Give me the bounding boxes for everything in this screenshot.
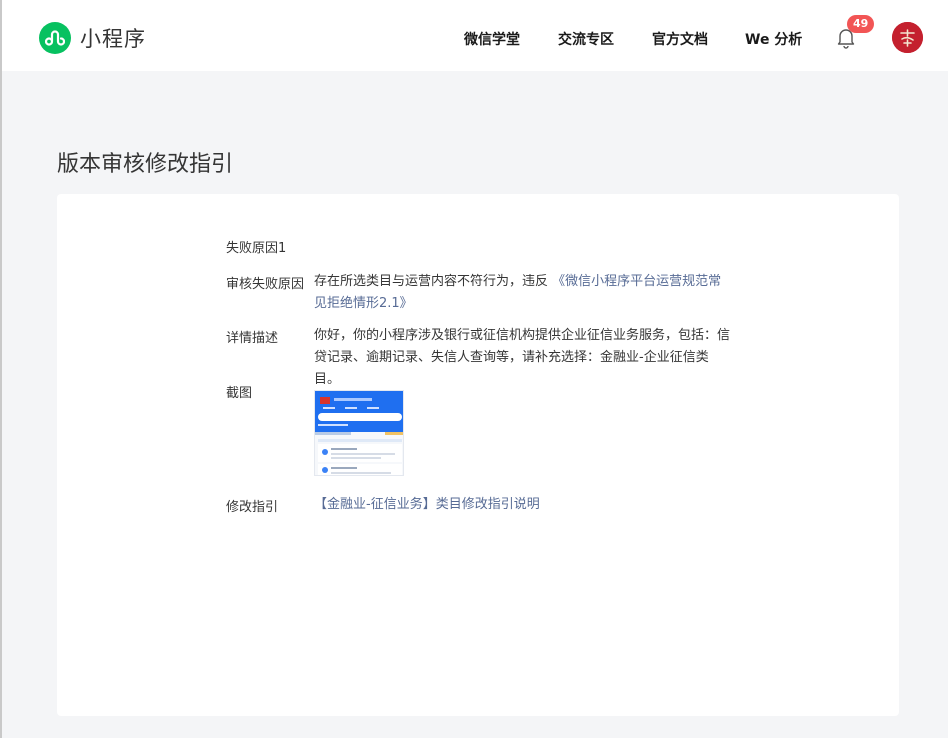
screenshot-label: 截图 — [226, 386, 253, 401]
logo-text: 小程序 — [80, 27, 146, 51]
logo[interactable]: 小程序 — [39, 22, 146, 54]
screenshot-thumbnail[interactable] — [314, 390, 404, 476]
guide-value: 【金融业-征信业务】类目修改指引说明 — [314, 494, 734, 516]
guide-link[interactable]: 【金融业-征信业务】类目修改指引说明 — [314, 497, 540, 512]
details-label: 详情描述 — [226, 331, 279, 346]
miniprogram-logo-icon — [39, 22, 71, 54]
page-title: 版本审核修改指引 — [57, 152, 234, 177]
guide-label: 修改指引 — [226, 500, 279, 515]
notification-badge[interactable]: 49 — [847, 15, 875, 33]
nav-item-we-analytics[interactable]: We 分析 — [745, 29, 802, 49]
user-avatar[interactable] — [892, 22, 923, 53]
window-edge — [0, 0, 2, 738]
failure-reason-label: 审核失败原因 — [226, 277, 305, 292]
section-title: 失败原因1 — [226, 241, 287, 256]
failure-reason-value: 存在所选类目与运营内容不符行为，违反 《微信小程序平台运营规范常见拒绝情形2.1… — [314, 271, 734, 315]
details-text: 你好，你的小程序涉及银行或征信机构提供企业征信业务服务，包括：信贷记录、逾期记录… — [314, 328, 731, 387]
nav-item-community[interactable]: 交流专区 — [558, 29, 614, 49]
nav-item-wechat-school[interactable]: 微信学堂 — [464, 29, 520, 49]
top-header: 小程序 微信学堂 交流专区 官方文档 We 分析 49 — [2, 0, 948, 71]
failure-reason-text: 存在所选类目与运营内容不符行为，违反 — [314, 274, 549, 289]
nav-item-docs[interactable]: 官方文档 — [652, 29, 708, 49]
